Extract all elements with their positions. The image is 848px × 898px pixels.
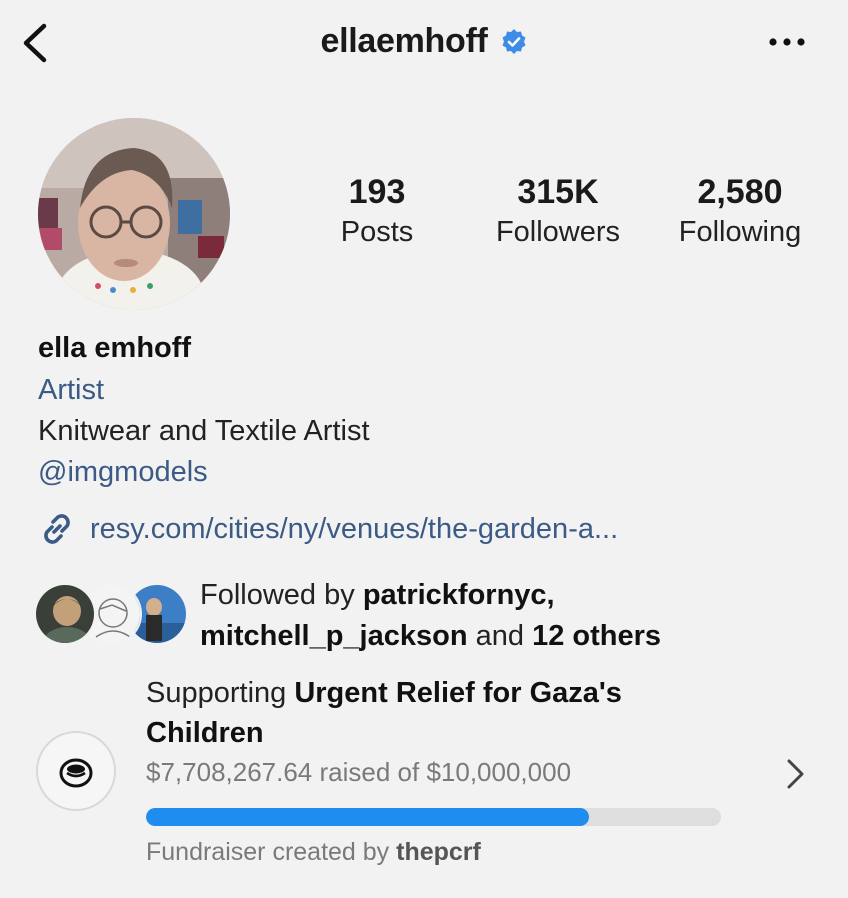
external-link-text: resy.com/cities/ny/venues/the-garden-a..… bbox=[90, 512, 619, 545]
link-icon bbox=[44, 514, 70, 544]
external-link[interactable]: resy.com/cities/ny/venues/the-garden-a..… bbox=[38, 510, 618, 548]
posts-count: 193 bbox=[348, 173, 406, 211]
bio-text: Knitwear and Textile Artist bbox=[38, 415, 370, 447]
fundraiser-creator-name[interactable]: thepcrf bbox=[396, 838, 481, 866]
profile-category: Artist bbox=[38, 374, 105, 406]
fundraiser-progress-bar bbox=[146, 808, 721, 826]
fundraiser-icon-button[interactable] bbox=[36, 731, 116, 811]
mutual-followers-avatars[interactable] bbox=[34, 583, 188, 645]
profile-header: ellaemhoff bbox=[0, 22, 848, 61]
followers-count: 315K bbox=[517, 173, 599, 211]
fundraiser-title[interactable]: Supporting Urgent Relief for Gaza's Chil… bbox=[146, 673, 706, 753]
followed-by-and: and bbox=[467, 620, 533, 652]
fundraiser-cause-line-2: Children bbox=[146, 717, 264, 749]
fundraiser-progress-fill bbox=[146, 808, 589, 826]
following-label: Following bbox=[678, 216, 802, 248]
donation-coin-icon bbox=[59, 758, 93, 788]
more-horizontal-icon bbox=[769, 38, 805, 46]
followed-by-text[interactable]: Followed by patrickfornyc, mitchell_p_ja… bbox=[200, 575, 661, 657]
followers-stat[interactable]: 315K Followers bbox=[473, 172, 643, 250]
followed-by-user-2[interactable]: mitchell_p_jackson bbox=[200, 620, 468, 652]
followers-label: Followers bbox=[495, 216, 621, 248]
following-count: 2,580 bbox=[697, 173, 783, 211]
mutual-follower-avatar bbox=[34, 583, 96, 645]
fundraiser-creator-prefix: Fundraiser created by bbox=[146, 838, 397, 866]
followed-by-user-1[interactable]: patrickfornyc bbox=[363, 579, 547, 611]
fundraiser-open-button[interactable] bbox=[780, 754, 810, 794]
verified-badge-icon bbox=[502, 28, 526, 54]
bio-mention-link[interactable]: @imgmodels bbox=[38, 453, 208, 491]
followed-by-others[interactable]: 12 others bbox=[532, 620, 661, 652]
avatar-photo bbox=[38, 118, 230, 310]
username-title: ellaemhoff bbox=[320, 22, 488, 60]
posts-stat[interactable]: 193 Posts bbox=[292, 172, 462, 250]
fundraiser-cause-line-1: Urgent Relief for Gaza's bbox=[294, 677, 622, 709]
fundraiser-creator: Fundraiser created by thepcrf bbox=[146, 838, 481, 867]
fundraiser-raised-amount: $7,708,267.64 raised of $10,000,000 bbox=[146, 757, 572, 787]
following-stat[interactable]: 2,580 Following bbox=[655, 172, 825, 250]
profile-avatar[interactable] bbox=[38, 118, 230, 310]
followed-by-comma: , bbox=[546, 579, 555, 611]
chevron-right-icon bbox=[787, 759, 804, 789]
more-options-button[interactable] bbox=[764, 30, 810, 54]
followed-by-prefix: Followed by bbox=[200, 579, 363, 611]
fundraiser-supporting: Supporting bbox=[146, 677, 295, 709]
posts-label: Posts bbox=[340, 216, 414, 248]
profile-name: ella emhoff bbox=[38, 332, 192, 364]
